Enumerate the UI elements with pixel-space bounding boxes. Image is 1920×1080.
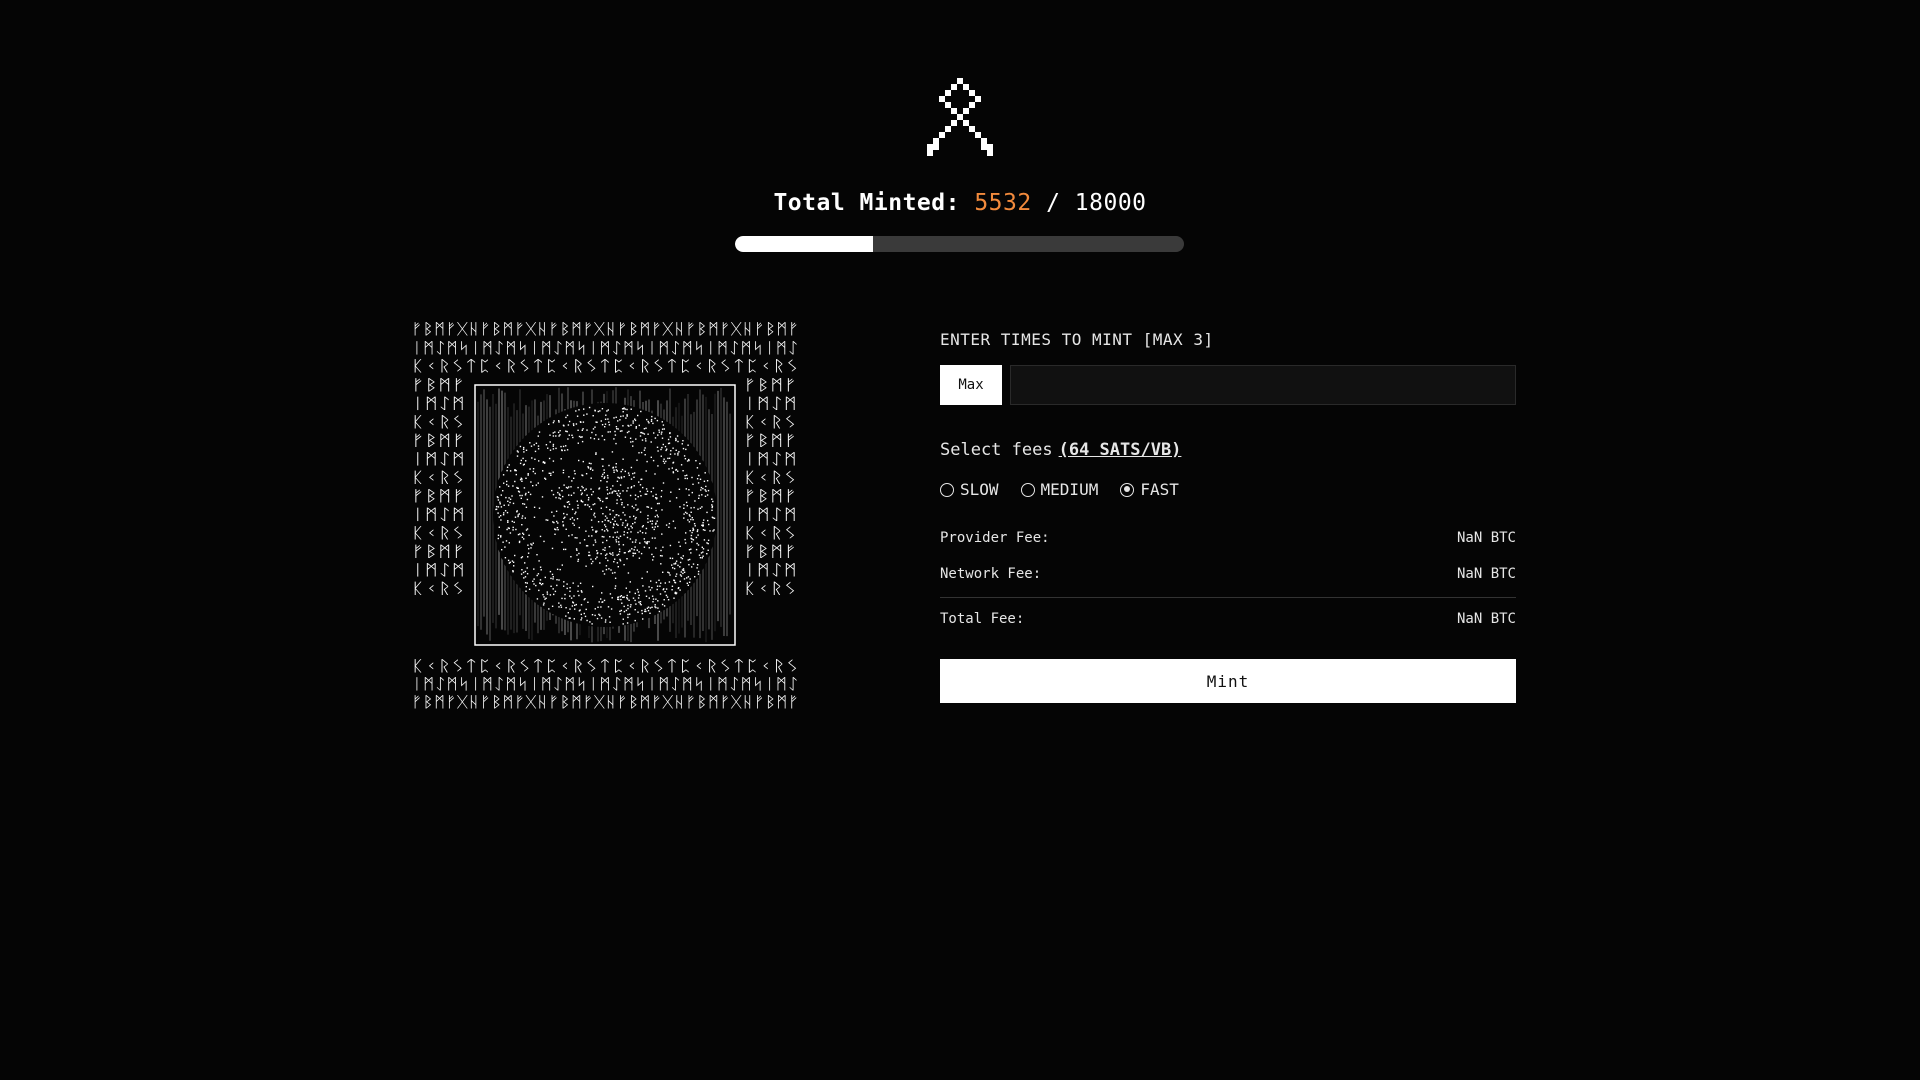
fee-option-label: FAST <box>1140 480 1179 499</box>
svg-text:ᚠᛒᛗᚠ: ᚠᛒᛗᚠ <box>411 487 465 505</box>
othala-rune-icon <box>927 78 993 156</box>
svg-text:ᚠᛒᛗᚠ: ᚠᛒᛗᚠ <box>411 376 465 394</box>
times-to-mint-label: ENTER TIMES TO MINT [MAX 3] <box>940 330 1214 349</box>
svg-text:ᛁᛗᛇᛗ: ᛁᛗᛇᛗ <box>411 561 465 579</box>
svg-text:ᛁᛗᛇᛗ: ᛁᛗᛇᛗ <box>743 561 797 579</box>
minted-total: 18000 <box>1074 190 1147 216</box>
network-fee-row: Network Fee: NaN BTC <box>940 566 1516 582</box>
total-fee-label: Total Fee: <box>940 611 1025 627</box>
svg-text:ᛁᛗᛇᛗᛋᛁᛗᛇᛗᛋᛁᛗᛇᛗᛋᛁᛗᛇᛗᛋᛁᛗᛇᛗᛋᛁᛗᛇᛗᛋ: ᛁᛗᛇᛗᛋᛁᛗᛇᛗᛋᛁᛗᛇᛗᛋᛁᛗᛇᛗᛋᛁᛗᛇᛗᛋᛁᛗᛇᛗᛋᛁᛗᛇ <box>411 675 799 693</box>
svg-text:ᚠᛒᛗᚠ: ᚠᛒᛗᚠ <box>411 432 465 450</box>
svg-text:ᛕᚲᚱᛊ: ᛕᚲᚱᛊ <box>743 580 797 598</box>
select-fees-label: Select fees <box>940 440 1053 460</box>
mint-progress-fill <box>735 236 873 252</box>
svg-text:ᛁᛗᛇᛗ: ᛁᛗᛇᛗ <box>743 395 797 413</box>
svg-text:ᛁᛗᛇᛗ: ᛁᛗᛇᛗ <box>411 395 465 413</box>
max-button[interactable]: Max <box>940 365 1002 405</box>
network-fee-label: Network Fee: <box>940 566 1042 582</box>
total-minted-counter: Total Minted: 5532 / 18000 <box>0 190 1920 216</box>
svg-text:ᛕᚲᚱᛊ: ᛕᚲᚱᛊ <box>743 413 797 431</box>
svg-text:ᚠᛒᛗᚠᚷᚺᚠᛒᛗᚠᚷᚺᚠᛒᛗᚠᚷᚺᚠᛒᛗᚠᚷᚺᚠᛒᛗᚠᚷᚺ: ᚠᛒᛗᚠᚷᚺᚠᛒᛗᚠᚷᚺᚠᛒᛗᚠᚷᚺᚠᛒᛗᚠᚷᚺᚠᛒᛗᚠᚷᚺᚠᛒᛗᚠ <box>411 693 799 710</box>
total-fee-row: Total Fee: NaN BTC <box>940 611 1516 627</box>
times-to-mint-input[interactable] <box>1010 365 1516 405</box>
svg-text:ᛁᛗᛇᛗᛋᛁᛗᛇᛗᛋᛁᛗᛇᛗᛋᛁᛗᛇᛗᛋᛁᛗᛇᛗᛋᛁᛗᛇᛗᛋ: ᛁᛗᛇᛗᛋᛁᛗᛇᛗᛋᛁᛗᛇᛗᛋᛁᛗᛇᛗᛋᛁᛗᛇᛗᛋᛁᛗᛇᛗᛋᛁᛗᛇ <box>411 339 799 357</box>
rune-sphere-artwork: ᚠᛒᛗᚠᚷᚺᚠᛒᛗᚠᚷᚺᚠᛒᛗᚠᚷᚺᚠᛒᛗᚠᚷᚺᚠᛒᛗᚠᚷᚺᚠᛒᛗᚠ ᛁᛗᛇᛗᛋᛁ… <box>410 320 800 710</box>
svg-text:ᛁᛗᛇᛗ: ᛁᛗᛇᛗ <box>411 450 465 468</box>
network-fee-value: NaN BTC <box>1456 566 1516 582</box>
mint-page: Total Minted: 5532 / 18000 ᚠᛒᛗᚠᚷᚺᚠᛒᛗᚠᚷᚺᚠ… <box>0 0 1920 1080</box>
svg-text:ᛕᚲᚱᛊᛏᛈᚲᚱᛊᛏᛈᚲᚱᛊᛏᛈᚲᚱᛊᛏᛈᚲᚱᛊᛏᛈᚲᚱᛊ: ᛕᚲᚱᛊᛏᛈᚲᚱᛊᛏᛈᚲᚱᛊᛏᛈᚲᚱᛊᛏᛈᚲᚱᛊᛏᛈᚲᚱᛊ <box>411 657 799 675</box>
mint-button[interactable]: Mint <box>940 659 1516 703</box>
svg-text:ᛁᛗᛇᛗ: ᛁᛗᛇᛗ <box>743 506 797 524</box>
fee-option-fast[interactable]: FAST <box>1120 480 1179 499</box>
fee-option-label: MEDIUM <box>1040 480 1099 499</box>
minted-label: Total Minted: <box>773 190 960 216</box>
fee-speed-options: SLOW MEDIUM FAST <box>940 480 1179 499</box>
fee-option-label: SLOW <box>960 480 999 499</box>
svg-text:ᚠᛒᛗᚠ: ᚠᛒᛗᚠ <box>743 487 797 505</box>
svg-text:ᛕᚲᚱᛊ: ᛕᚲᚱᛊ <box>411 413 465 431</box>
svg-text:ᛕᚲᚱᛊ: ᛕᚲᚱᛊ <box>411 524 465 542</box>
radio-icon <box>940 482 954 497</box>
svg-text:ᚠᛒᛗᚠ: ᚠᛒᛗᚠ <box>743 432 797 450</box>
total-fee-value: NaN BTC <box>1456 611 1516 627</box>
fee-option-slow[interactable]: SLOW <box>940 480 999 499</box>
svg-text:ᚠᛒᛗᚠᚷᚺᚠᛒᛗᚠᚷᚺᚠᛒᛗᚠᚷᚺᚠᛒᛗᚠᚷᚺᚠᛒᛗᚠᚷᚺ: ᚠᛒᛗᚠᚷᚺᚠᛒᛗᚠᚷᚺᚠᛒᛗᚠᚷᚺᚠᛒᛗᚠᚷᚺᚠᛒᛗᚠᚷᚺᚠᛒᛗᚠ <box>411 320 799 338</box>
svg-text:ᚠᛒᛗᚠ: ᚠᛒᛗᚠ <box>743 376 797 394</box>
svg-text:ᚠᛒᛗᚠ: ᚠᛒᛗᚠ <box>743 543 797 561</box>
svg-text:ᛕᚲᚱᛊ: ᛕᚲᚱᛊ <box>743 469 797 487</box>
radio-icon <box>1020 482 1035 497</box>
select-fees-heading: Select fees (64 SATS/VB) <box>940 440 1181 460</box>
svg-text:ᛕᚲᚱᛊ: ᛕᚲᚱᛊ <box>411 469 465 487</box>
radio-checked-icon <box>1120 482 1135 497</box>
svg-text:ᛕᚲᚱᛊ: ᛕᚲᚱᛊ <box>743 524 797 542</box>
svg-text:ᛁᛗᛇᛗ: ᛁᛗᛇᛗ <box>743 450 797 468</box>
fee-rate-link[interactable]: (64 SATS/VB) <box>1059 440 1182 460</box>
fee-option-medium[interactable]: MEDIUM <box>1020 480 1099 499</box>
minted-count: 5532 <box>974 190 1032 216</box>
provider-fee-value: NaN BTC <box>1456 530 1516 546</box>
provider-fee-row: Provider Fee: NaN BTC <box>940 530 1516 546</box>
fee-divider <box>940 597 1516 598</box>
svg-text:ᛕᚲᚱᛊ: ᛕᚲᚱᛊ <box>411 580 465 598</box>
mint-progress-bar <box>735 236 1184 252</box>
minted-separator: / <box>1046 190 1061 216</box>
provider-fee-label: Provider Fee: <box>940 530 1050 546</box>
svg-text:ᚠᛒᛗᚠ: ᚠᛒᛗᚠ <box>411 543 465 561</box>
svg-text:ᛁᛗᛇᛗ: ᛁᛗᛇᛗ <box>411 506 465 524</box>
svg-text:ᛕᚲᚱᛊᛏᛈᚲᚱᛊᛏᛈᚲᚱᛊᛏᛈᚲᚱᛊᛏᛈᚲᚱᛊᛏᛈᚲᚱᛊ: ᛕᚲᚱᛊᛏᛈᚲᚱᛊᛏᛈᚲᚱᛊᛏᛈᚲᚱᛊᛏᛈᚲᚱᛊᛏᛈᚲᚱᛊ <box>411 357 799 375</box>
